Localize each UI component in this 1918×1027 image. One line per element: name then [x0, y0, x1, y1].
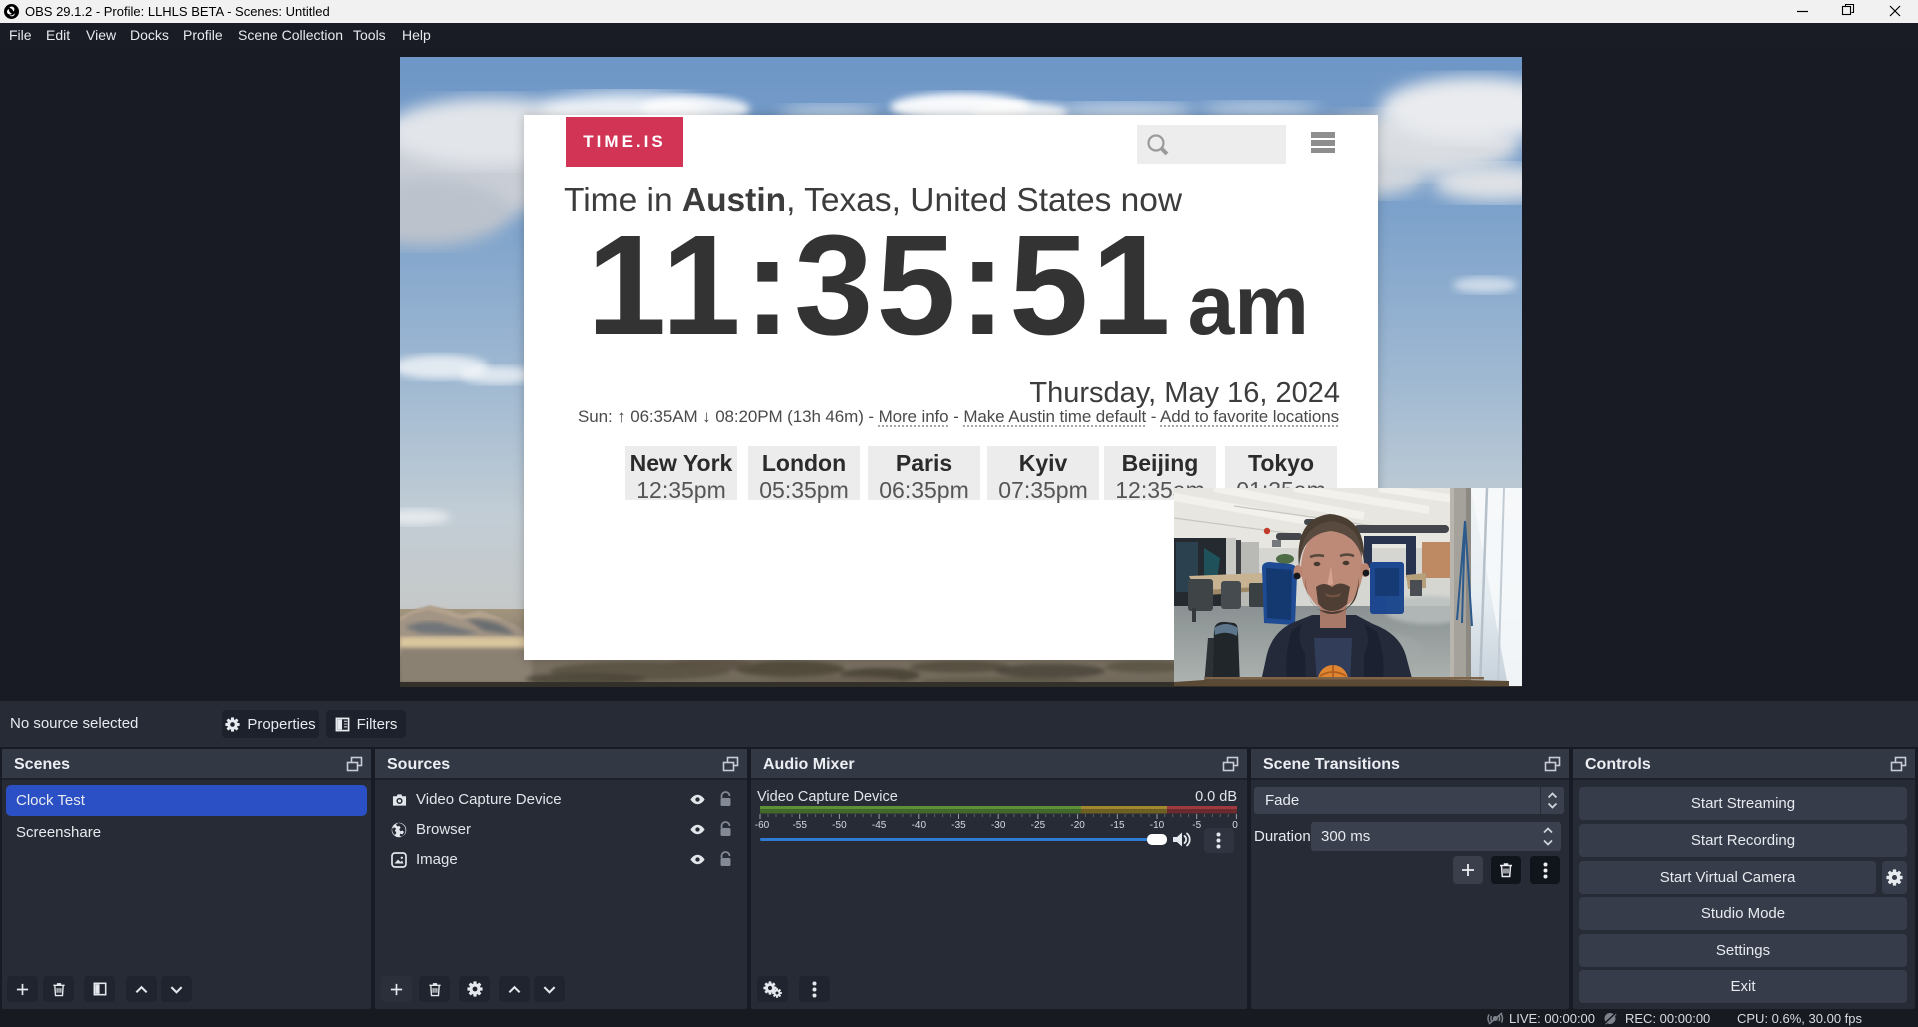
svg-text:-30: -30: [991, 820, 1006, 831]
svg-text:-15: -15: [1110, 820, 1125, 831]
svg-text:-50: -50: [832, 820, 847, 831]
svg-text:-5: -5: [1192, 820, 1201, 831]
svg-text:-45: -45: [872, 820, 887, 831]
svg-text:-40: -40: [912, 820, 927, 831]
svg-text:-20: -20: [1070, 820, 1085, 831]
svg-text:-35: -35: [951, 820, 966, 831]
svg-text:-55: -55: [792, 820, 807, 831]
svg-text:-60: -60: [755, 820, 770, 831]
svg-text:-25: -25: [1031, 820, 1046, 831]
svg-text:-10: -10: [1150, 820, 1165, 831]
